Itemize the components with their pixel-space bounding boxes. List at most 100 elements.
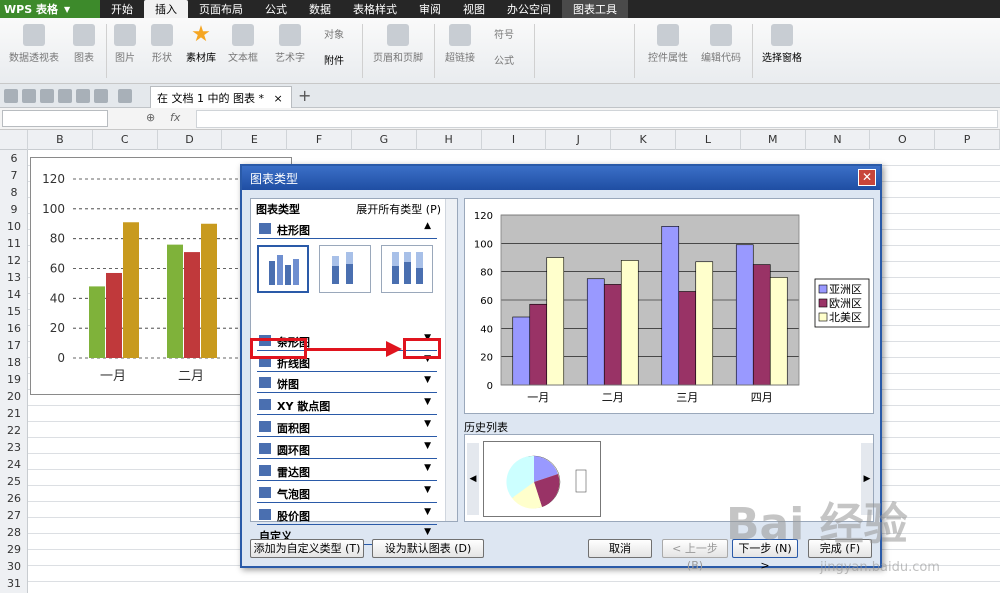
edit-code-button[interactable]: 编辑代码 [696,22,746,64]
symbol-button[interactable]: 符号 [484,26,524,41]
column-header[interactable]: P [935,130,1000,150]
chart-category-item[interactable]: 面积图 ▼ [257,417,437,437]
chart-category-item[interactable]: 股价图 ▼ [257,505,437,525]
name-box[interactable] [2,110,108,127]
menu-item-view[interactable]: 视图 [452,0,496,18]
row-header[interactable]: 23 [0,439,28,456]
customize-dropdown-icon[interactable] [118,89,132,103]
chart-category-item[interactable]: 雷达图 ▼ [257,461,437,481]
chart-category-item[interactable]: XY 散点图 ▼ [257,395,437,415]
chevron-down-icon[interactable]: ▼ [424,375,431,385]
row-header[interactable]: 13 [0,269,28,286]
chart-category-item[interactable]: 圆环图 ▼ [257,439,437,459]
row-header[interactable]: 27 [0,507,28,524]
menu-item-data[interactable]: 数据 [298,0,342,18]
redo-icon[interactable] [94,89,108,103]
cancel-button[interactable]: 取消 [588,539,652,558]
chart-category-item[interactable]: 柱形图 ▲ [257,219,437,239]
row-header[interactable]: 19 [0,371,28,388]
hyperlink-button[interactable]: 超链接 [440,22,480,64]
history-item-pie-chart[interactable] [483,441,601,517]
row-header[interactable]: 11 [0,235,28,252]
chart-category-item[interactable]: 饼图 ▼ [257,373,437,393]
row-header[interactable]: 20 [0,388,28,405]
row-header[interactable]: 16 [0,320,28,337]
column-header[interactable]: F [287,130,352,150]
open-icon[interactable] [4,89,18,103]
chevron-down-icon[interactable]: ▼ [424,507,431,517]
row-header[interactable]: 30 [0,558,28,575]
row-header[interactable]: 29 [0,541,28,558]
chevron-up-icon[interactable]: ▲ [424,221,431,231]
chevron-down-icon[interactable]: ▼ [424,397,431,407]
row-header[interactable]: 8 [0,184,28,201]
menu-item-insert[interactable]: 插入 [144,0,188,18]
row-header[interactable]: 24 [0,456,28,473]
document-tab[interactable]: 在 文档 1 中的 图表 * × [150,86,292,108]
percent-column-thumb[interactable] [381,245,433,293]
object-button[interactable]: 对象 [314,26,354,41]
textbox-button[interactable]: 文本框 [222,22,264,64]
column-header[interactable]: I [482,130,547,150]
row-header[interactable]: 17 [0,337,28,354]
row-header[interactable]: 21 [0,405,28,422]
column-header[interactable]: K [611,130,676,150]
column-header[interactable]: D [158,130,223,150]
chevron-down-icon[interactable]: ▼ [424,441,431,451]
chart-button[interactable]: 图表 [66,22,102,64]
save-icon[interactable] [22,89,36,103]
row-header[interactable]: 9 [0,201,28,218]
pivot-table-button[interactable]: 数据透视表 [4,22,64,64]
expand-all-link[interactable]: 展开所有类型 (P) [356,201,441,217]
previous-step-button[interactable]: < 上一步 (B) [662,539,728,572]
row-header[interactable]: 25 [0,473,28,490]
chevron-down-icon[interactable]: ▼ [424,485,431,495]
set-default-chart-button[interactable]: 设为默认图表 (D) [372,539,484,558]
shape-button[interactable]: 形状 [142,22,182,64]
row-header[interactable]: 12 [0,252,28,269]
menu-item-table-style[interactable]: 表格样式 [342,0,408,18]
row-header[interactable]: 14 [0,286,28,303]
formula-input[interactable] [196,110,998,128]
clustered-column-thumb[interactable] [257,245,309,293]
row-header[interactable]: 7 [0,167,28,184]
chevron-down-icon[interactable]: ▼ [424,527,431,537]
zoom-icon[interactable]: ⊕ [146,111,155,124]
select-all-corner[interactable] [0,130,28,150]
chevron-down-icon[interactable]: ▼ [424,419,431,429]
row-header[interactable]: 10 [0,218,28,235]
column-header[interactable]: C [93,130,158,150]
menu-item-office-space[interactable]: 办公空间 [496,0,562,18]
tab-close-icon[interactable]: × [273,92,282,105]
menu-item-home[interactable]: 开始 [100,0,144,18]
row-header[interactable]: 26 [0,490,28,507]
row-header[interactable]: 15 [0,303,28,320]
column-header[interactable]: E [222,130,288,150]
menu-item-chart-tools[interactable]: 图表工具 [562,0,628,18]
history-prev-icon[interactable]: ◀ [467,443,479,515]
wordart-button[interactable]: 艺术字 [272,22,308,64]
column-header[interactable]: L [676,130,741,150]
close-icon[interactable]: ✕ [858,169,876,186]
column-header[interactable]: J [546,130,612,150]
chevron-down-icon[interactable]: ▼ [424,463,431,473]
add-custom-type-button[interactable]: 添加为自定义类型 (T) [250,539,364,558]
fx-icon[interactable]: fx [170,111,180,124]
material-library-button[interactable]: ★ 素材库 [184,22,218,65]
selection-pane-button[interactable]: 选择窗格 [756,22,808,64]
column-header[interactable]: M [741,130,806,150]
control-properties-button[interactable]: 控件属性 [642,22,694,64]
column-header[interactable]: H [417,130,482,150]
print-preview-icon[interactable] [58,89,72,103]
menu-item-review[interactable]: 审阅 [408,0,452,18]
attachment-button[interactable]: 附件 [314,52,354,67]
app-logo[interactable]: WPS 表格 ▼ [0,0,100,18]
menu-item-page-layout[interactable]: 页面布局 [188,0,254,18]
column-header[interactable]: N [806,130,871,150]
row-header[interactable]: 6 [0,150,28,167]
type-panel-scrollbar[interactable] [445,199,457,521]
print-icon[interactable] [40,89,54,103]
stacked-column-thumb[interactable] [319,245,371,293]
menu-item-formula[interactable]: 公式 [254,0,298,18]
row-header[interactable]: 18 [0,354,28,371]
